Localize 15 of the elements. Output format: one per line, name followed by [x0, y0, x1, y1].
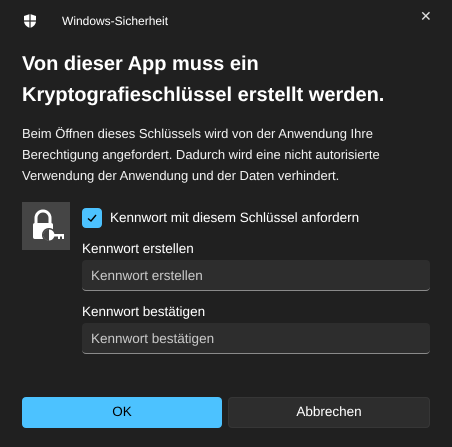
- field-label: Kennwort erstellen: [82, 240, 195, 258]
- close-button[interactable]: ✕: [412, 4, 440, 28]
- password-field[interactable]: Kennwort bestätigen: [82, 323, 430, 354]
- checkbox[interactable]: [82, 208, 102, 228]
- ok-button[interactable]: OK: [22, 397, 222, 428]
- password-field[interactable]: Kennwort erstellen: [82, 260, 430, 292]
- shield-icon: [22, 13, 38, 29]
- window-title: Windows-Sicherheit: [62, 13, 168, 30]
- cancel-button[interactable]: Abbrechen: [228, 397, 430, 428]
- checkmark-icon: [86, 212, 98, 224]
- lock-key-icon: [22, 202, 70, 250]
- checkbox-label: Kennwort mit diesem Schlüssel anfordern: [110, 209, 360, 227]
- field-label: Kennwort bestätigen: [82, 303, 206, 322]
- description-text: Beim Öffnen dieses Schlüssels wird von der Anwendung Ihre Berechtigung angefordert. Dadurch wird eine nicht autorisierte Verwendung der Anwendung und der Daten verhindert.: [22, 125, 381, 185]
- dialog-heading: Von dieser App muss ein Kryptografieschlüssel erstellt werden.: [22, 52, 386, 108]
